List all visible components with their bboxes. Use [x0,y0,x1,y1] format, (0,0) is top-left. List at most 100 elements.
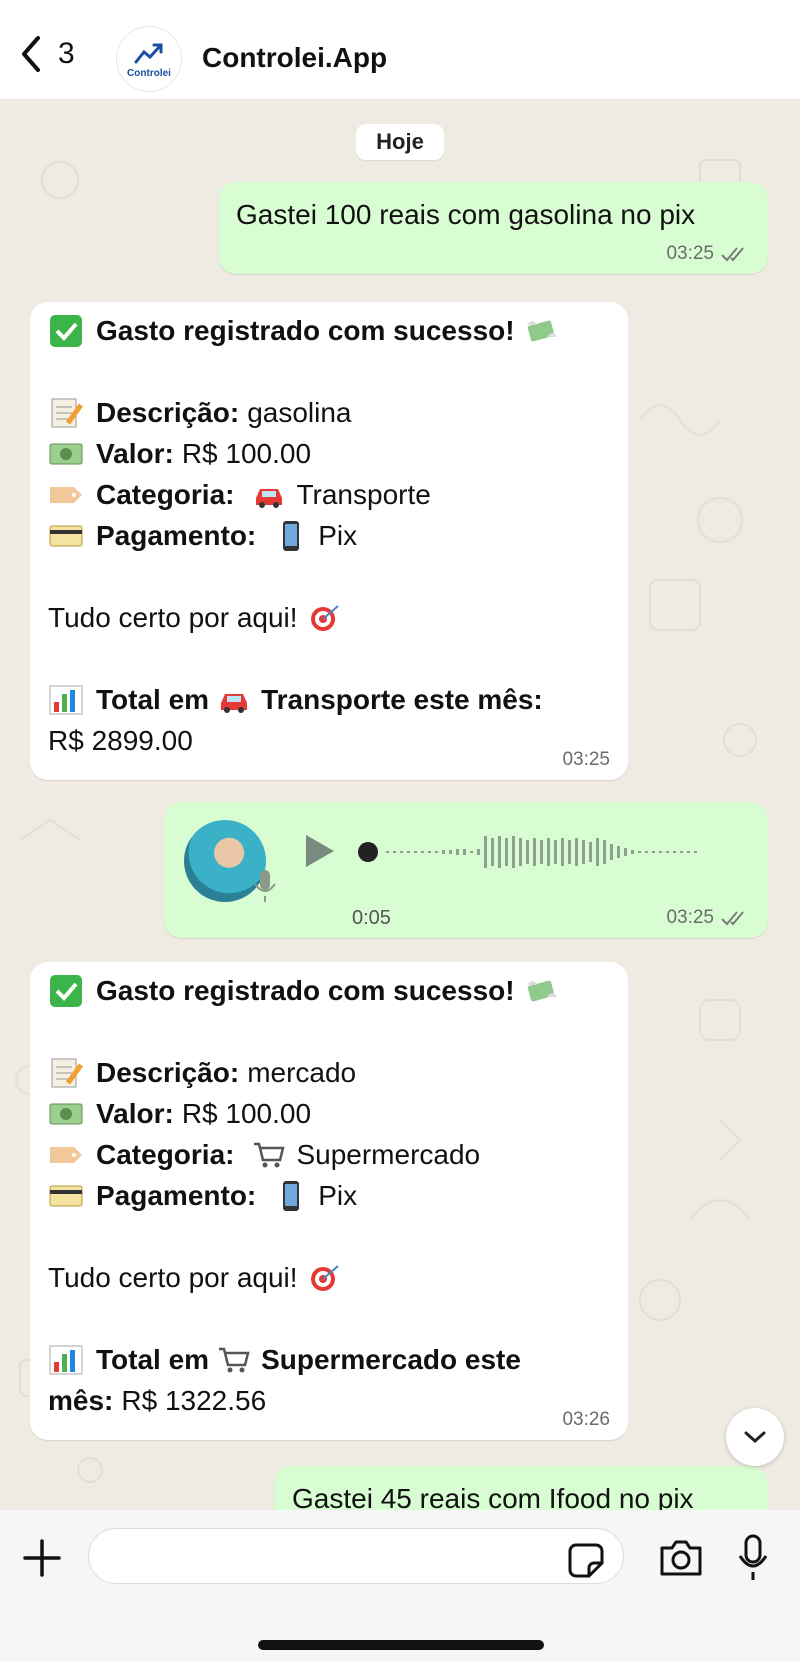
message-title-line: Gasto registrado com sucesso! [48,970,608,1011]
message-text: Gastei 45 reais com Ifood no pix [292,1483,694,1510]
payment-label: Pagamento: [96,520,257,551]
description-value: mercado [247,1057,357,1088]
message-time: 03:26 [562,1409,610,1430]
chart-logo-icon [134,43,163,63]
payment-value: Pix [318,1180,358,1211]
total-value-line: mês: R$ 1322.56 [48,1380,608,1421]
dollar-banknote-icon [49,443,83,464]
message-text: Gastei 100 reais com gasolina no pix [236,199,696,230]
dollar-banknote-icon [49,1103,83,1124]
payment-label: Pagamento: [96,1180,257,1211]
outgoing-message[interactable]: Gastei 100 reais com gasolina no pix 03:… [218,182,768,274]
total-label: Total em [96,684,210,715]
camera-icon[interactable] [658,1538,704,1578]
chat-header: 3 Controlei Controlei.App [0,0,800,100]
value-line: Valor: R$ 100.00 [48,433,608,474]
description-label: Descrição: [96,1057,240,1088]
unread-count: 3 [58,37,75,70]
chevron-left-icon [22,36,40,72]
composer-bar [0,1510,800,1662]
car-icon [221,693,248,713]
description-line: Descrição: mercado [48,1052,608,1093]
bar-chart-icon [49,1345,83,1374]
check-mark-icon [50,314,82,347]
message-title: Gasto registrado com sucesso! [96,975,515,1006]
plus-icon[interactable] [22,1538,62,1578]
sticker-icon[interactable] [568,1542,604,1578]
credit-card-icon [49,1185,83,1206]
value-line: Valor: R$ 100.00 [48,1093,608,1134]
memo-icon [51,1058,84,1087]
category-label: Categoria: [96,479,235,510]
message-time: 03:25 [666,907,714,928]
memo-icon [51,398,84,427]
category-label: Categoria: [96,1139,235,1170]
value-label: Valor: [96,1098,174,1129]
double-check-icon [721,911,744,926]
category-line: Categoria: Transporte [48,474,608,515]
confirmation-line: Tudo certo por aqui! [48,1257,608,1298]
chevron-down-icon [744,1431,766,1444]
message-time: 03:25 [666,243,714,264]
description-label: Descrição: [96,397,240,428]
credit-card-icon [49,525,83,546]
total-label-category: Transporte este mês: [261,684,543,715]
mobile-phone-icon [283,520,300,551]
total-label-category: Supermercado este [261,1344,521,1375]
description-value: gasolina [247,397,352,428]
microphone-icon [254,870,276,902]
label-tag-icon [50,486,82,503]
incoming-message[interactable]: Gasto registrado com sucesso! Descrição:… [30,962,628,1440]
message-input[interactable] [109,1539,529,1575]
check-mark-icon [50,974,82,1007]
payment-value: Pix [318,520,358,551]
audio-waveform[interactable] [356,832,716,872]
description-line: Descrição: gasolina [48,392,608,433]
date-separator: Hoje [356,124,444,160]
direct-hit-icon [310,604,339,631]
message-title: Gasto registrado com sucesso! [96,315,515,346]
home-indicator [258,1640,544,1650]
confirmation-line: Tudo certo por aqui! [48,597,608,638]
value-amount: R$ 100.00 [181,1098,312,1129]
mobile-phone-icon [283,1180,300,1211]
confirmation-text: Tudo certo por aqui! [48,602,298,633]
message-time: 03:25 [562,749,610,770]
total-label-month: mês: [48,1385,114,1416]
category-line: Categoria: Supermercado [48,1134,608,1175]
contact-avatar[interactable]: Controlei [116,26,182,92]
label-tag-icon [50,1146,82,1163]
payment-line: Pagamento: Pix [48,1175,608,1216]
money-wings-icon [526,320,557,341]
confirmation-text: Tudo certo por aqui! [48,1262,298,1293]
double-check-icon [721,247,744,262]
incoming-message[interactable]: Gasto registrado com sucesso! Descrição:… [30,302,628,780]
bar-chart-icon [49,685,83,714]
chat-area[interactable]: Hoje Gastei 100 reais com gasolina no pi… [0,100,800,1510]
total-value: R$ 1322.56 [121,1385,267,1416]
scroll-to-bottom-button[interactable] [726,1408,784,1466]
payment-line: Pagamento: Pix [48,515,608,556]
message-title-line: Gasto registrado com sucesso! [48,310,608,351]
total-value-line: R$ 2899.00 [48,720,608,761]
audio-duration: 0:05 [352,907,391,929]
outgoing-message[interactable]: Gastei 45 reais com Ifood no pix [274,1466,768,1510]
total-value: R$ 2899.00 [48,725,193,756]
direct-hit-icon [310,1264,339,1291]
play-icon[interactable] [302,832,336,870]
money-wings-icon [526,980,557,1001]
message-input-box[interactable] [88,1528,624,1584]
back-button[interactable]: 3 [18,34,75,74]
total-label: Total em [96,1344,210,1375]
value-amount: R$ 100.00 [181,438,312,469]
category-value: Transporte [296,479,431,510]
voice-message[interactable]: 0:05 03:25 [164,802,768,938]
logo-text: Controlei [127,67,171,79]
microphone-icon[interactable] [738,1534,768,1582]
total-line: Total em Supermercado este [48,1339,608,1380]
contact-name[interactable]: Controlei.App [202,42,387,74]
car-icon [256,488,283,508]
total-line: Total em Transporte este mês: [48,679,608,720]
shopping-cart-icon [254,1142,286,1167]
category-value: Supermercado [296,1139,481,1170]
